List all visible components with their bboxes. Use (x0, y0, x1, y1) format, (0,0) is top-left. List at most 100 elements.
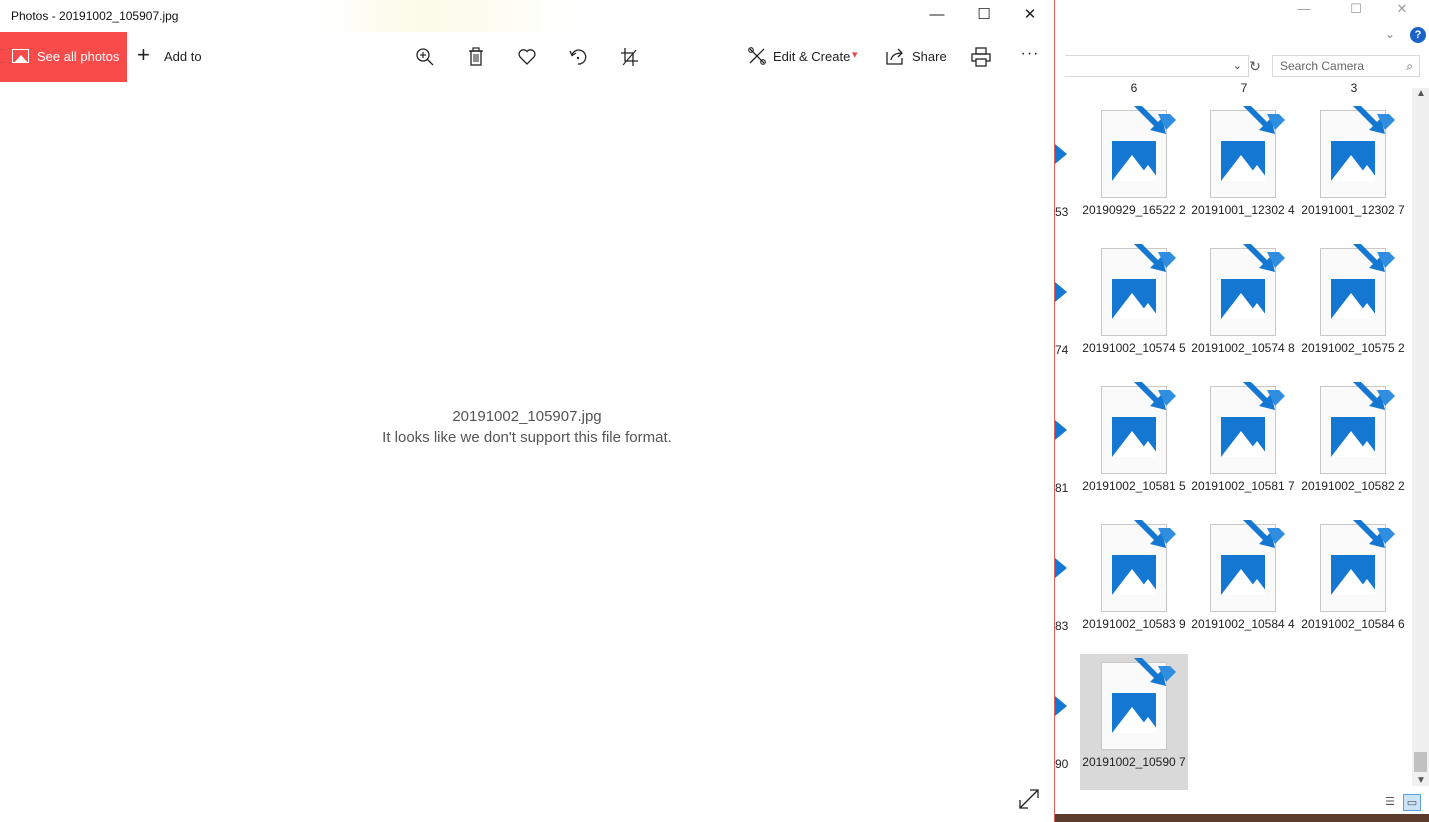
file-tile[interactable]: 20191002_10584 6 (1299, 516, 1407, 652)
photos-app-window: Photos - 20191002_105907.jpg — ☐ ✕ See a… (0, 0, 1055, 822)
close-button[interactable]: ✕ (1007, 0, 1053, 32)
partial-label: 74 (1055, 343, 1069, 357)
share-icon (884, 44, 906, 68)
details-view-icon[interactable]: ☰ (1381, 794, 1399, 811)
file-tile[interactable]: 20191001_12302 4 (1189, 102, 1297, 238)
title-bar: Photos - 20191002_105907.jpg — ☐ ✕ (0, 0, 1054, 32)
partial-label: 6 (1130, 82, 1138, 95)
edit-tools-icon (746, 44, 768, 68)
large-icons-view-icon[interactable]: ▭ (1403, 794, 1421, 811)
refresh-icon[interactable]: ↻ (1244, 55, 1266, 77)
shortcut-arrow-icon (1134, 520, 1176, 548)
chevron-down-icon[interactable]: ⌄ (1233, 59, 1242, 72)
edit-create-button[interactable]: Edit & Create ▾ (746, 32, 871, 82)
rotate-icon[interactable] (563, 42, 593, 72)
unsupported-format-message: 20191002_105907.jpg It looks like we don… (0, 406, 1054, 448)
shortcut-arrow-icon (1353, 106, 1395, 134)
partial-file-tile[interactable]: 74 (1055, 240, 1083, 376)
scrollbar-thumb[interactable] (1414, 752, 1427, 772)
partial-file-tile[interactable]: 83 (1055, 516, 1083, 652)
shortcut-arrow-icon (1243, 382, 1285, 410)
shortcut-arrow-icon (1134, 382, 1176, 410)
file-tile[interactable]: 20191002_10575 2 (1299, 240, 1407, 376)
partial-label: 7 (1240, 82, 1248, 95)
edit-create-label: Edit & Create (773, 49, 851, 64)
explorer-maximize-button[interactable]: ☐ (1333, 0, 1379, 20)
shortcut-arrow-icon (1243, 520, 1285, 548)
shortcut-arrow-icon (1134, 658, 1176, 686)
file-list: 6 7 3 53 74 81 83 90 20190929_16522 2 2019100… (1055, 82, 1412, 822)
shortcut-arrow-icon (1055, 696, 1067, 716)
minimize-button[interactable]: — (914, 0, 960, 32)
file-name-label: 20191002_10575 2 (1301, 341, 1405, 355)
shortcut-arrow-icon (1353, 520, 1395, 548)
partial-label: 53 (1055, 205, 1069, 219)
zoom-in-icon[interactable] (410, 42, 440, 72)
chevron-down-icon: ▾ (852, 49, 858, 61)
file-name-label: 20191001_12302 7 (1301, 203, 1405, 217)
file-name-label: 20191002_10574 5 (1082, 341, 1186, 355)
heart-icon[interactable] (512, 42, 542, 72)
search-input[interactable]: Search Camera ⌕ (1272, 55, 1420, 77)
file-name-label: 20191002_10582 2 (1301, 479, 1405, 493)
shortcut-arrow-icon (1055, 420, 1067, 440)
address-bar[interactable]: ⌄ (1065, 55, 1249, 77)
toolbar: See all photos + Add to Edit & Create ▾ (0, 32, 1054, 82)
shortcut-arrow-icon (1243, 244, 1285, 272)
search-icon: ⌕ (1406, 59, 1413, 73)
file-name-label: 20191002_10584 4 (1191, 617, 1295, 631)
file-tile[interactable]: 20191002_10584 4 (1189, 516, 1297, 652)
partial-label: 90 (1055, 757, 1069, 771)
explorer-close-button[interactable]: ✕ (1379, 0, 1425, 20)
file-tile[interactable]: 20191002_10583 9 (1080, 516, 1188, 652)
ribbon-controls: ⌄ ? (1369, 26, 1429, 46)
see-all-photos-button[interactable]: See all photos (0, 32, 127, 82)
partial-file-tile[interactable]: 81 (1055, 378, 1083, 514)
shortcut-arrow-icon (1055, 558, 1067, 578)
file-tile[interactable]: 20191002_10581 7 (1189, 378, 1297, 514)
more-options-button[interactable]: ··· (1015, 42, 1045, 72)
file-tile[interactable]: 20191002_10581 5 (1080, 378, 1188, 514)
delete-icon[interactable] (461, 42, 491, 72)
file-tile[interactable]: 20191002_10590 7 (1080, 654, 1188, 790)
file-tile[interactable]: 20191002_10582 2 (1299, 378, 1407, 514)
scroll-down-icon[interactable]: ▼ (1416, 775, 1426, 786)
file-name-label: 20191001_12302 4 (1191, 203, 1295, 217)
expand-ribbon-icon[interactable]: ⌄ (1385, 27, 1395, 41)
photo-icon (12, 49, 29, 63)
share-button[interactable]: Share (884, 32, 947, 82)
file-name: 20191002_105907.jpg (452, 408, 602, 425)
file-name-label: 20191002_10590 7 (1082, 755, 1186, 769)
file-name-label: 20191002_10581 5 (1082, 479, 1186, 493)
partial-label: 3 (1350, 82, 1358, 95)
scroll-up-icon[interactable]: ▲ (1416, 88, 1426, 99)
file-name-label: 20191002_10574 8 (1191, 341, 1295, 355)
shortcut-arrow-icon (1134, 244, 1176, 272)
file-tile[interactable]: 20190929_16522 2 (1080, 102, 1188, 238)
maximize-button[interactable]: ☐ (961, 0, 1007, 32)
file-name-label: 20191002_10584 6 (1301, 617, 1405, 631)
share-label: Share (912, 49, 947, 64)
file-tile[interactable]: 20191002_10574 5 (1080, 240, 1188, 376)
add-to-button[interactable]: + Add to (137, 32, 217, 82)
partial-file-tile[interactable]: 53 (1055, 102, 1083, 238)
crop-icon[interactable] (614, 42, 644, 72)
explorer-minimize-button[interactable]: — (1281, 0, 1327, 20)
see-all-photos-label: See all photos (37, 49, 120, 64)
file-tile[interactable]: 20191002_10574 8 (1189, 240, 1297, 376)
full-screen-icon[interactable] (1016, 786, 1042, 812)
file-tile[interactable]: 20191001_12302 7 (1299, 102, 1407, 238)
print-icon[interactable] (966, 42, 996, 72)
shortcut-arrow-icon (1243, 106, 1285, 134)
partial-label: 83 (1055, 619, 1069, 633)
vertical-scrollbar[interactable]: ▲ ▼ (1412, 88, 1429, 786)
plus-icon: + (137, 42, 150, 67)
shortcut-arrow-icon (1055, 282, 1067, 302)
error-text: It looks like we don't support this file… (382, 429, 672, 446)
search-placeholder: Search Camera (1280, 59, 1365, 73)
partial-file-tile[interactable]: 90 (1055, 654, 1083, 790)
help-icon[interactable]: ? (1410, 27, 1426, 43)
window-title: Photos - 20191002_105907.jpg (11, 9, 179, 23)
desktop-background (1055, 814, 1429, 822)
add-to-label: Add to (164, 49, 202, 64)
